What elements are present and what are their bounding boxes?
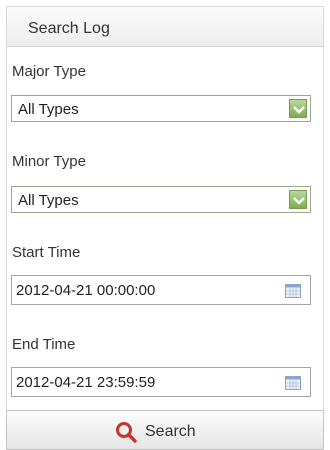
search-button[interactable]: Search [6,410,324,450]
minor-type-select[interactable]: All Types [11,186,311,213]
end-time-value: 2012-04-21 23:59:59 [16,374,156,391]
calendar-icon[interactable] [285,376,301,390]
start-time-field[interactable]: 2012-04-21 00:00:00 [11,275,311,305]
chevron-down-icon[interactable] [289,99,307,118]
end-time-label: End Time [12,336,76,353]
panel-header: Search Log [7,7,323,47]
start-time-value: 2012-04-21 00:00:00 [16,282,156,299]
major-type-label: Major Type [12,63,86,80]
search-icon [116,422,137,443]
minor-type-label: Minor Type [12,153,86,170]
end-time-field[interactable]: 2012-04-21 23:59:59 [11,367,311,397]
start-time-label: Start Time [12,244,81,261]
major-type-select[interactable]: All Types [11,95,311,122]
minor-type-value: All Types [18,192,79,209]
search-button-label: Search [145,423,196,440]
major-type-value: All Types [18,101,79,118]
panel-title: Search Log [28,20,110,37]
calendar-icon[interactable] [285,284,301,298]
chevron-down-icon[interactable] [289,190,307,209]
